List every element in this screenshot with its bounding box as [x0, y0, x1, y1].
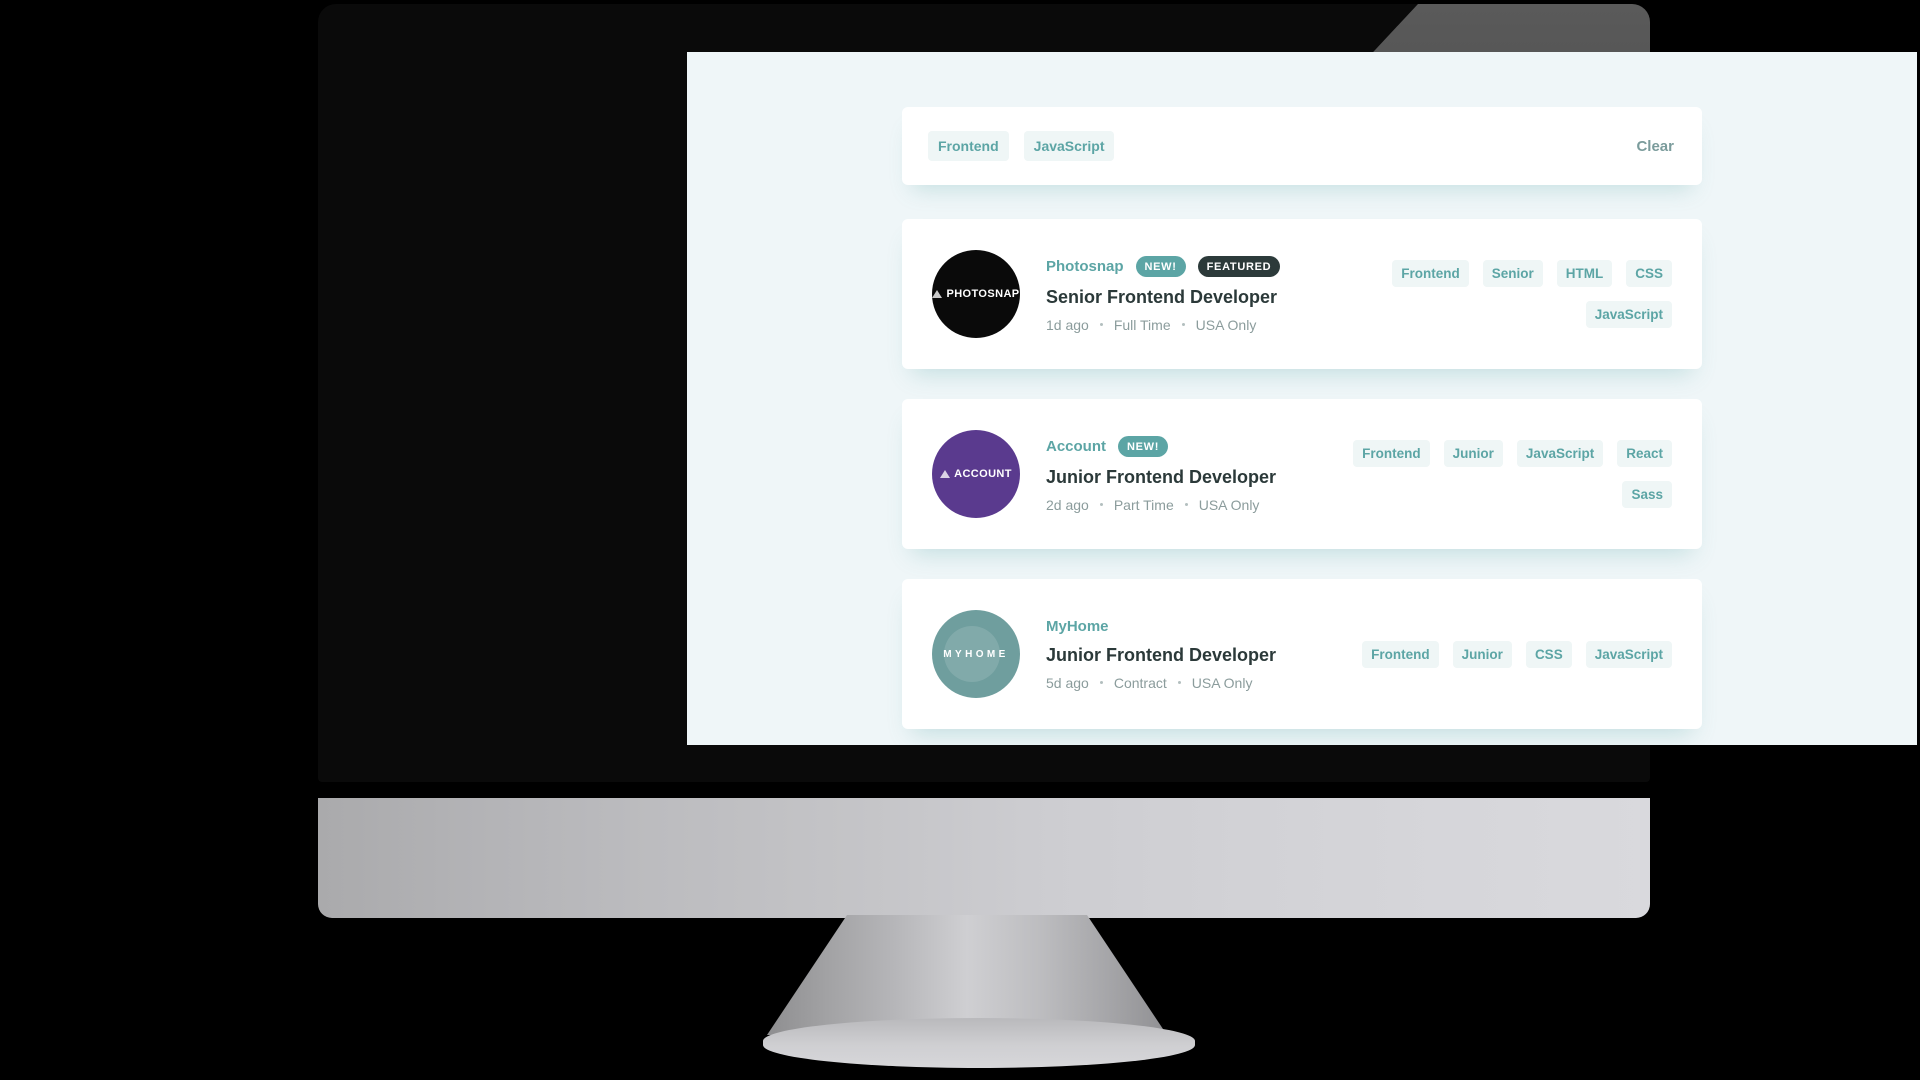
job-listings-page: Frontend JavaScript Clear PHOTOSNAP Photos…: [687, 52, 1917, 745]
monitor-stand-base: [763, 1018, 1195, 1068]
job-info: MyHome Junior Frontend Developer 5d ago Con…: [1046, 618, 1276, 691]
job-posted-at: 2d ago: [1046, 496, 1089, 513]
job-card-body: Photosnap NEW! FEATURED Senior Frontend Dev…: [1020, 255, 1672, 333]
job-contract: Part Time: [1113, 496, 1174, 513]
triangle-icon: [940, 470, 951, 478]
job-tag[interactable]: Junior: [1452, 640, 1512, 668]
job-tag[interactable]: JavaScript: [1516, 440, 1604, 467]
job-posted-at: 5d ago: [1046, 674, 1089, 691]
job-tag[interactable]: Senior: [1482, 260, 1543, 287]
monitor-stand-neck: [767, 915, 1167, 1035]
job-tag[interactable]: Sass: [1622, 481, 1672, 508]
job-meta: 1d ago Full Time USA Only: [1046, 317, 1280, 333]
job-tag[interactable]: Frontend: [1362, 640, 1439, 668]
logo-wordmark: MYHOME: [943, 648, 1009, 660]
triangle-icon: [932, 290, 943, 298]
job-tag[interactable]: JavaScript: [1585, 301, 1672, 328]
monitor-display: Frontend JavaScript Clear PHOTOSNAP Photos…: [687, 52, 1917, 745]
logo-wordmark: ACCOUNT: [954, 468, 1012, 480]
job-tag[interactable]: Junior: [1443, 440, 1503, 467]
job-tag[interactable]: HTML: [1556, 260, 1613, 287]
filter-bar: Frontend JavaScript Clear: [902, 107, 1702, 185]
company-logo: MYHOME: [932, 610, 1020, 698]
job-info: Account NEW! Junior Frontend Developer 2d a…: [1046, 435, 1276, 513]
content-column: Frontend JavaScript Clear PHOTOSNAP Photos…: [902, 107, 1702, 745]
job-info: Photosnap NEW! FEATURED Senior Frontend Dev…: [1046, 255, 1281, 333]
job-tag[interactable]: JavaScript: [1585, 640, 1672, 668]
job-meta: 2d ago Part Time USA Only: [1046, 497, 1276, 513]
job-header-row: Photosnap NEW! FEATURED: [1046, 255, 1281, 277]
clear-filters-button[interactable]: Clear: [1634, 134, 1676, 159]
job-card[interactable]: PHOTOSNAP Photosnap NEW! FEATURED Senior Fro…: [902, 219, 1702, 369]
job-position-title[interactable]: Junior Frontend Developer: [1046, 467, 1276, 488]
job-card-body: Account NEW! Junior Frontend Developer 2d a…: [1020, 435, 1672, 513]
job-tag[interactable]: React: [1617, 440, 1672, 467]
job-contract: Full Time: [1113, 316, 1171, 333]
monitor-chin: [318, 798, 1650, 918]
company-name: Account: [1046, 437, 1106, 455]
job-tag-list: Frontend Senior HTML CSS JavaScript: [1300, 260, 1672, 328]
job-card-body: MyHome Junior Frontend Developer 5d ago Con…: [1020, 618, 1672, 691]
company-logo: PHOTOSNAP: [932, 250, 1020, 338]
job-card[interactable]: MYHOME MyHome Junior Frontend Developer 5d …: [902, 579, 1702, 729]
new-badge: NEW!: [1118, 435, 1169, 457]
job-tag[interactable]: CSS: [1626, 260, 1672, 287]
job-tag[interactable]: CSS: [1525, 640, 1572, 668]
company-name: Photosnap: [1046, 257, 1124, 275]
job-location: USA Only: [1191, 674, 1253, 691]
job-location: USA Only: [1198, 496, 1260, 513]
job-posted-at: 1d ago: [1046, 316, 1089, 333]
meta-separator-dot: [1177, 681, 1181, 684]
filter-chip[interactable]: Frontend: [928, 131, 1009, 161]
filter-chip[interactable]: JavaScript: [1023, 131, 1115, 161]
monitor-scene: Frontend JavaScript Clear PHOTOSNAP Photos…: [0, 0, 1920, 1080]
meta-separator-dot: [1099, 681, 1103, 684]
meta-separator-dot: [1099, 323, 1103, 326]
logo-wordmark: PHOTOSNAP: [946, 288, 1020, 300]
featured-badge: FEATURED: [1197, 255, 1281, 277]
job-tag[interactable]: Frontend: [1392, 260, 1469, 287]
job-card[interactable]: ACCOUNT Account NEW! Junior Frontend Develo…: [902, 399, 1702, 549]
active-filter-tags: Frontend JavaScript: [928, 131, 1115, 161]
company-logo: ACCOUNT: [932, 430, 1020, 518]
job-location: USA Only: [1195, 316, 1257, 333]
meta-separator-dot: [1184, 503, 1188, 506]
job-header-row: Account NEW!: [1046, 435, 1276, 457]
job-position-title[interactable]: Senior Frontend Developer: [1046, 287, 1280, 308]
job-contract: Contract: [1113, 674, 1167, 691]
job-tag[interactable]: Frontend: [1353, 440, 1430, 467]
job-meta: 5d ago Contract USA Only: [1046, 675, 1276, 691]
new-badge: NEW!: [1135, 255, 1186, 277]
job-header-row: MyHome: [1046, 618, 1276, 635]
job-position-title[interactable]: Junior Frontend Developer: [1046, 645, 1276, 666]
job-tag-list: Frontend Junior JavaScript React Sass: [1296, 440, 1672, 508]
logo-mark: MYHOME: [943, 649, 1008, 660]
meta-separator-dot: [1181, 323, 1185, 326]
monitor-bezel: Frontend JavaScript Clear PHOTOSNAP Photos…: [318, 4, 1917, 782]
job-list: PHOTOSNAP Photosnap NEW! FEATURED Senior Fro…: [902, 219, 1702, 745]
meta-separator-dot: [1099, 503, 1103, 506]
logo-mark: ACCOUNT: [940, 468, 1012, 480]
company-name: MyHome: [1046, 617, 1109, 635]
job-tag-list: Frontend Junior CSS JavaScript: [1362, 640, 1672, 668]
logo-mark: PHOTOSNAP: [932, 288, 1019, 300]
